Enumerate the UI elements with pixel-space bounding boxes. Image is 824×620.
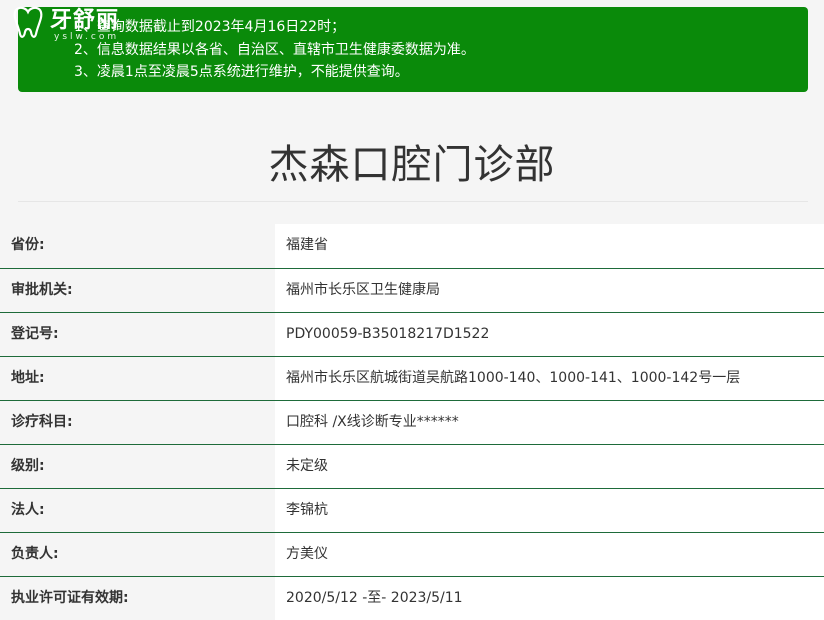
table-row: 诊疗科目: 口腔科 /X线诊断专业****** xyxy=(0,400,824,444)
table-row: 省份: 福建省 xyxy=(0,224,824,268)
row-value: 未定级 xyxy=(275,445,824,488)
row-value: 2020/5/12 -至- 2023/5/11 xyxy=(275,577,824,620)
logo-domain: yslw.com xyxy=(54,32,120,42)
row-label: 法人: xyxy=(0,489,275,532)
row-label: 登记号: xyxy=(0,313,275,356)
table-row: 级别: 未定级 xyxy=(0,444,824,488)
logo-name: 牙舒丽 xyxy=(50,7,120,33)
table-row: 登记号: PDY00059-B35018217D1522 xyxy=(0,312,824,356)
row-value: 福州市长乐区卫生健康局 xyxy=(275,269,824,312)
row-value: 李锦杭 xyxy=(275,489,824,532)
site-logo[interactable]: 牙舒丽 yslw.com xyxy=(4,0,134,48)
row-value: PDY00059-B35018217D1522 xyxy=(275,313,824,356)
row-label: 诊疗科目: xyxy=(0,401,275,444)
table-row: 法人: 李锦杭 xyxy=(0,488,824,532)
page-title: 杰森口腔门诊部 xyxy=(268,142,556,188)
clinic-info-table: 省份: 福建省 审批机关: 福州市长乐区卫生健康局 登记号: PDY00059-… xyxy=(0,224,824,620)
row-value: 福建省 xyxy=(275,224,824,268)
table-row: 执业许可证有效期: 2020/5/12 -至- 2023/5/11 xyxy=(0,576,824,620)
row-value: 方美仪 xyxy=(275,533,824,576)
row-label: 省份: xyxy=(0,224,275,268)
row-label: 地址: xyxy=(0,357,275,400)
table-row: 审批机关: 福州市长乐区卫生健康局 xyxy=(0,268,824,312)
title-divider xyxy=(18,201,808,202)
row-label: 审批机关: xyxy=(0,269,275,312)
table-row: 负责人: 方美仪 xyxy=(0,532,824,576)
row-value: 福州市长乐区航城街道吴航路1000-140、1000-141、1000-142号… xyxy=(275,357,824,400)
row-label: 负责人: xyxy=(0,533,275,576)
tooth-logo-icon xyxy=(13,6,43,38)
table-row: 地址: 福州市长乐区航城街道吴航路1000-140、1000-141、1000-… xyxy=(0,356,824,400)
row-label: 执业许可证有效期: xyxy=(0,577,275,620)
row-label: 级别: xyxy=(0,445,275,488)
notice-line: 2、信息数据结果以各省、自治区、直辖市卫生健康委数据为准。 xyxy=(74,42,475,58)
row-value: 口腔科 /X线诊断专业****** xyxy=(275,401,824,444)
notice-line: 3、凌晨1点至凌晨5点系统进行维护，不能提供查询。 xyxy=(74,64,409,80)
notice-banner: 1、查询数据截止到2023年4月16日22时； 2、信息数据结果以各省、自治区、… xyxy=(18,7,808,92)
